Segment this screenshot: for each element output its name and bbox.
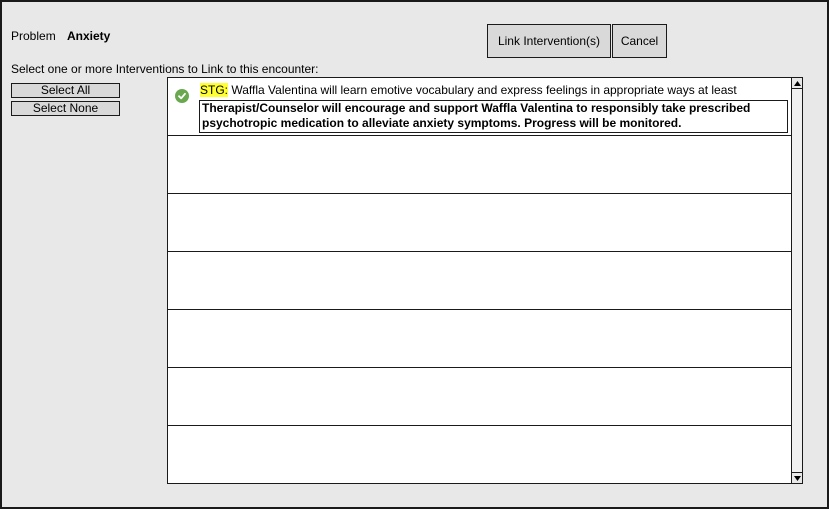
empty-row[interactable] xyxy=(168,194,791,252)
stg-tag: STG: xyxy=(200,83,229,97)
interventions-list[interactable]: STG: Waffla Valentina will learn emotive… xyxy=(167,77,803,484)
cancel-button[interactable]: Cancel xyxy=(612,24,667,58)
intervention-goal-line: STG: Waffla Valentina will learn emotive… xyxy=(200,83,737,97)
empty-row[interactable] xyxy=(168,368,791,426)
arrow-up-icon[interactable] xyxy=(792,78,802,89)
link-interventions-button[interactable]: Link Intervention(s) xyxy=(487,24,611,58)
vertical-scrollbar[interactable] xyxy=(791,78,802,483)
select-none-button[interactable]: Select None xyxy=(11,101,120,116)
empty-row[interactable] xyxy=(168,136,791,194)
instructions-text: Select one or more Interventions to Link… xyxy=(11,62,319,76)
empty-row[interactable] xyxy=(168,310,791,368)
link-interventions-dialog: Problem Anxiety Link Intervention(s) Can… xyxy=(0,0,829,509)
problem-label: Problem xyxy=(11,29,56,43)
check-circle-icon[interactable] xyxy=(175,89,189,103)
select-all-button[interactable]: Select All xyxy=(11,83,120,98)
intervention-detail: Therapist/Counselor will encourage and s… xyxy=(199,100,788,133)
empty-row[interactable] xyxy=(168,252,791,310)
arrow-down-icon[interactable] xyxy=(792,472,802,483)
intervention-row[interactable]: STG: Waffla Valentina will learn emotive… xyxy=(168,78,791,136)
empty-row[interactable] xyxy=(168,426,791,483)
intervention-goal: Waffla Valentina will learn emotive voca… xyxy=(228,83,737,97)
problem-value: Anxiety xyxy=(67,29,111,43)
